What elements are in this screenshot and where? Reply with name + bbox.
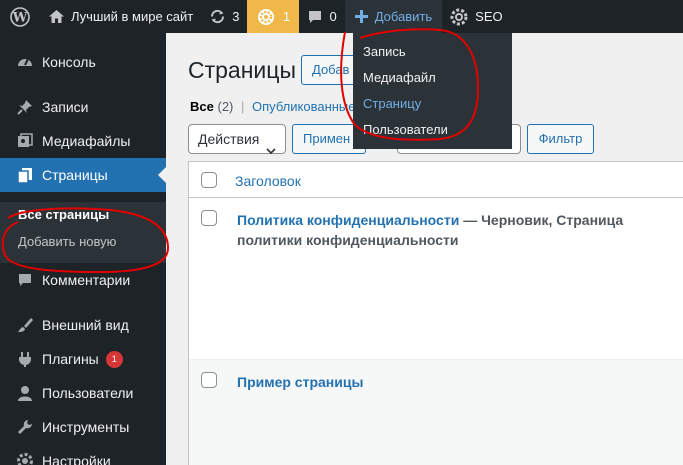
plugins-update-badge: 1 <box>105 350 123 368</box>
page-title: Страницы <box>188 57 296 83</box>
svg-text:W: W <box>12 10 28 25</box>
sidebar-item-posts[interactable]: Записи <box>0 90 166 124</box>
comments-link[interactable]: 0 <box>299 0 344 33</box>
plugin-notice-link[interactable]: 1 <box>247 0 300 33</box>
gear-badge-icon <box>257 8 275 26</box>
comment-icon <box>15 270 35 290</box>
sidebar-label: Комментарии <box>42 272 131 288</box>
pages-icon <box>15 165 35 185</box>
add-new-dropdown: Запись Медиафайл Страницу Пользователи <box>353 33 512 149</box>
sidebar-item-dashboard[interactable]: Консоль <box>0 45 166 79</box>
seo-label: SEO <box>475 9 503 24</box>
table-row: Политика конфиденциальности — Черновик, … <box>189 198 683 360</box>
site-name-link[interactable]: Лучший в мире сайт <box>40 0 201 33</box>
sidebar-item-appearance[interactable]: Внешний вид <box>0 308 166 342</box>
bulk-actions-value: Действия <box>198 131 260 147</box>
row-checkbox[interactable] <box>201 210 217 226</box>
home-icon <box>48 9 65 24</box>
sidebar-item-media[interactable]: Медиафайлы <box>0 124 166 158</box>
bulk-actions-select[interactable]: Действия <box>188 124 286 155</box>
pages-table: Заголовок Политика конфиденциальности — … <box>188 161 683 465</box>
view-all-link[interactable]: Все <box>190 99 214 114</box>
new-page-item[interactable]: Страницу <box>353 91 512 117</box>
sidebar-label: Плагины <box>42 351 99 367</box>
comments-count: 0 <box>329 9 337 24</box>
sidebar-item-tools[interactable]: Инструменты <box>0 410 166 444</box>
view-all-count: (2) <box>217 99 234 114</box>
status-views: Все (2) | Опубликованные <box>190 99 356 114</box>
sidebar-item-users[interactable]: Пользователи <box>0 376 166 410</box>
sidebar-label: Настройки <box>42 453 111 465</box>
sidebar-item-pages[interactable]: Страницы <box>0 158 166 192</box>
new-post-item[interactable]: Запись <box>353 39 512 65</box>
sidebar-item-settings[interactable]: Настройки <box>0 444 166 465</box>
brush-icon <box>15 315 35 335</box>
sidebar-item-comments[interactable]: Комментарии <box>0 263 166 297</box>
sidebar-label: Страницы <box>42 167 108 183</box>
row-checkbox[interactable] <box>201 372 217 388</box>
plus-icon <box>354 10 368 23</box>
refresh-icon <box>209 8 226 25</box>
chevron-down-icon <box>266 136 276 164</box>
comment-icon <box>307 9 323 25</box>
admin-sidebar: Консоль Записи Медиафайлы Страницы Все с… <box>0 33 166 465</box>
add-new-page-button[interactable]: Добав <box>301 55 361 85</box>
sidebar-item-plugins[interactable]: Плагины 1 <box>0 342 166 376</box>
view-published-link[interactable]: Опубликованные <box>252 99 356 114</box>
media-icon <box>15 131 35 151</box>
post-state-extra: политики конфиденциальности <box>237 232 459 248</box>
plugin-icon <box>15 349 35 369</box>
post-state: — Черновик, Страница <box>459 212 624 228</box>
column-title-header[interactable]: Заголовок <box>235 173 301 189</box>
seo-menu[interactable]: SEO <box>442 0 510 33</box>
filter-button[interactable]: Фильтр <box>527 124 594 154</box>
submenu-all-pages[interactable]: Все страницы <box>18 207 109 222</box>
wrench-icon <box>15 417 35 437</box>
page-title-link[interactable]: Политика конфиденциальности <box>237 212 459 228</box>
page-title-link[interactable]: Пример страницы <box>237 374 363 390</box>
add-new-label: Добавить <box>374 9 433 24</box>
new-user-item[interactable]: Пользователи <box>353 117 512 143</box>
plugin-count: 1 <box>282 9 291 24</box>
settings-icon <box>15 451 35 465</box>
pages-submenu: Все страницы Добавить новую <box>0 202 166 263</box>
select-all-checkbox[interactable] <box>201 172 217 188</box>
updates-link[interactable]: 3 <box>201 0 247 33</box>
sidebar-label: Записи <box>42 99 89 115</box>
view-separator: | <box>241 99 245 114</box>
users-icon <box>15 383 35 403</box>
admin-bar: W Лучший в мире сайт 3 1 0 Добавить SEO <box>0 0 683 33</box>
sidebar-label: Консоль <box>42 54 96 70</box>
sidebar-label: Медиафайлы <box>42 133 131 149</box>
seo-gear-icon <box>450 8 468 26</box>
table-header: Заголовок <box>189 162 683 198</box>
submenu-add-new[interactable]: Добавить новую <box>18 234 116 249</box>
sidebar-label: Внешний вид <box>42 317 129 333</box>
dashboard-icon <box>15 52 35 72</box>
sidebar-label: Инструменты <box>42 419 130 435</box>
new-media-item[interactable]: Медиафайл <box>353 65 512 91</box>
site-name: Лучший в мире сайт <box>71 9 194 24</box>
row-title: Пример страницы <box>237 372 637 392</box>
updates-count: 3 <box>232 9 240 24</box>
add-new-menu[interactable]: Добавить <box>344 0 443 33</box>
sidebar-label: Пользователи <box>42 385 134 401</box>
row-title: Политика конфиденциальности — Черновик, … <box>237 210 637 250</box>
wordpress-logo-icon[interactable]: W <box>0 0 40 33</box>
table-row: Пример страницы <box>189 360 683 465</box>
pin-icon <box>15 97 35 117</box>
